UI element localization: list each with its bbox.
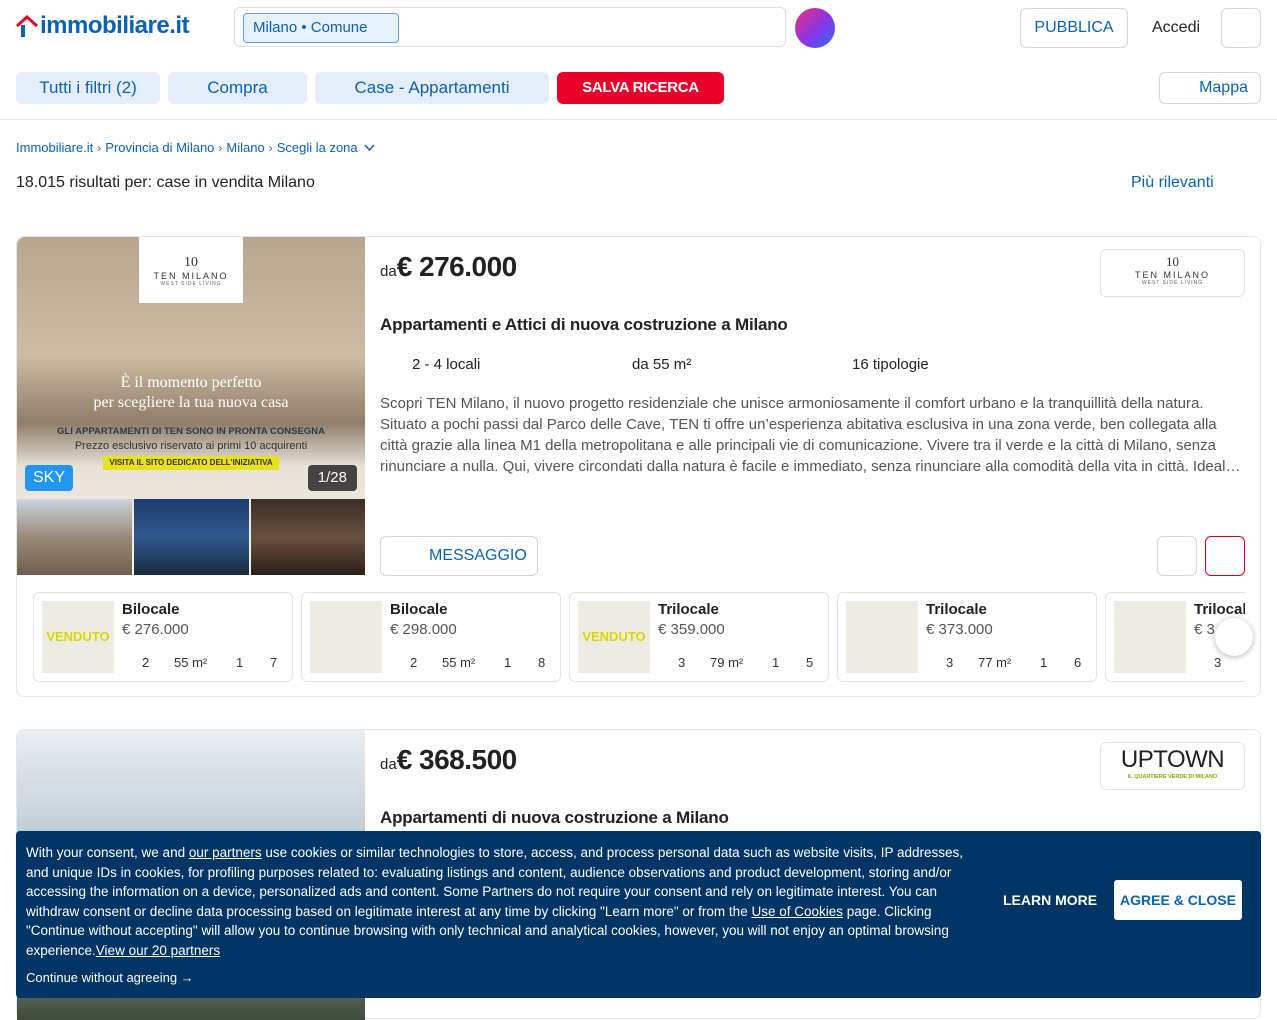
floorplan-image: [846, 601, 918, 673]
message-button[interactable]: MESSAGGIO: [380, 536, 538, 576]
agency-logo[interactable]: 10 TEN MILANO WEST SIDE LIVING: [1100, 249, 1245, 297]
partners-link[interactable]: our partners: [189, 845, 262, 860]
search-chip-location[interactable]: Milano • Comune: [243, 13, 399, 43]
continue-without-agreeing-link[interactable]: Continue without agreeing →: [26, 970, 194, 985]
floorplan-image: [1114, 601, 1186, 673]
listing-photo[interactable]: 10 TEN MILANO WEST SIDE LIVING È il mome…: [17, 237, 365, 575]
listing-title[interactable]: Appartamenti e Attici di nuova costruzio…: [380, 315, 788, 335]
login-link[interactable]: Accedi: [1152, 19, 1200, 37]
unit-name: Bilocale: [122, 601, 180, 618]
publish-button[interactable]: PUBBLICA: [1020, 8, 1128, 48]
unit-specs: 2 55 m² 1 8: [410, 655, 546, 670]
chevron-right-icon: ›: [97, 140, 102, 155]
save-search-button[interactable]: SALVA RICERCA: [557, 72, 724, 104]
thumbnail-2[interactable]: [134, 499, 249, 575]
hide-listing-button[interactable]: [1157, 536, 1197, 576]
sold-label: VENDUTO: [582, 629, 646, 644]
floorplan-image: [310, 601, 382, 673]
unit-specs: 3: [1214, 655, 1222, 670]
unit-specs: 2 55 m² 1 7: [142, 655, 278, 670]
agree-close-button[interactable]: AGREE & CLOSE: [1114, 880, 1242, 920]
unit-card[interactable]: VENDUTO Trilocale € 359.000 3 79 m² 1 5: [569, 592, 829, 682]
view-partners-link[interactable]: View our 20 partners: [96, 943, 220, 958]
breadcrumb: Immobiliare.it › Provincia di Milano › M…: [16, 140, 375, 155]
thumbnail-1[interactable]: [17, 499, 132, 575]
ai-assistant-button[interactable]: [795, 8, 835, 48]
carousel-next-button[interactable]: [1215, 618, 1253, 656]
all-filters-button[interactable]: Tutti i filtri (2): [16, 72, 160, 104]
unit-price: € 3: [1194, 621, 1215, 638]
floorplan-image: VENDUTO: [578, 601, 650, 673]
unit-price: € 359.000: [658, 621, 725, 638]
hero-image: 10 TEN MILANO WEST SIDE LIVING È il mome…: [17, 237, 365, 499]
unit-card[interactable]: Trilocale € 373.000 3 77 m² 1 6: [837, 592, 1097, 682]
listing-title[interactable]: Appartamenti di nuova costruzione a Mila…: [380, 808, 729, 828]
floorplan-image: VENDUTO: [42, 601, 114, 673]
listing-price: da€ 368.500: [380, 744, 517, 775]
listing-rooms: 2 - 4 locali: [412, 356, 481, 373]
chevron-right-icon: ›: [218, 140, 223, 155]
sky-badge: SKY: [25, 465, 74, 491]
map-button[interactable]: Mappa: [1159, 72, 1261, 104]
cookie-banner: With your consent, we and our partners u…: [16, 831, 1261, 998]
chevron-right-icon: ›: [268, 140, 273, 155]
unit-name: Trilocale: [1194, 601, 1245, 618]
unit-specs: 3 77 m² 1 6: [946, 655, 1082, 670]
photo-counter: 1/28: [307, 465, 357, 491]
listing-surface: da 55 m²: [632, 356, 692, 373]
breadcrumb-zone[interactable]: Scegli la zona: [277, 140, 358, 155]
hero-headline: È il momento perfetto per scegliere la t…: [93, 374, 289, 411]
chevron-down-icon[interactable]: [364, 140, 375, 155]
unit-card[interactable]: Bilocale € 298.000 2 55 m² 1 8: [301, 592, 561, 682]
sort-dropdown[interactable]: Più rilevanti: [1131, 174, 1214, 192]
hero-banner: GLI APPARTAMENTI DI TEN SONO IN PRONTA C…: [17, 425, 365, 470]
thumbnail-3[interactable]: [251, 499, 365, 575]
breadcrumb-city[interactable]: Milano: [226, 140, 264, 155]
breadcrumb-home[interactable]: Immobiliare.it: [16, 140, 93, 155]
listing-card[interactable]: 10 TEN MILANO WEST SIDE LIVING È il mome…: [16, 236, 1261, 697]
breadcrumb-province[interactable]: Provincia di Milano: [105, 140, 214, 155]
unit-name: Trilocale: [926, 601, 987, 618]
logo-text: immobiliare.it: [40, 12, 190, 39]
unit-price: € 373.000: [926, 621, 993, 638]
search-input[interactable]: Milano • Comune: [234, 7, 786, 47]
listing-typologies: 16 tipologie: [852, 356, 929, 373]
agency-logo[interactable]: UPTOWN IL QUARTIERE VERDE DI MILANO: [1100, 742, 1245, 790]
sold-label: VENDUTO: [46, 629, 110, 644]
site-logo[interactable]: immobiliare.it: [15, 12, 190, 40]
house-logo-icon: [15, 14, 39, 37]
use-of-cookies-link[interactable]: Use of Cookies: [751, 904, 843, 919]
unit-specs: 3 79 m² 1 5: [678, 655, 814, 670]
save-favorite-button[interactable]: [1205, 536, 1245, 576]
unit-card[interactable]: VENDUTO Bilocale € 276.000 2 55 m² 1 7: [33, 592, 293, 682]
unit-name: Bilocale: [390, 601, 448, 618]
header-divider: [0, 119, 1277, 120]
results-summary: 18.015 risultati per: case in vendita Mi…: [16, 174, 315, 191]
contract-filter[interactable]: Compra: [168, 72, 307, 104]
hero-logo: 10 TEN MILANO WEST SIDE LIVING: [139, 237, 243, 303]
listing-description: Scopri TEN Milano, il nuovo progetto res…: [380, 395, 1241, 475]
cookie-text: With your consent, we and our partners u…: [26, 845, 963, 958]
listing-price: da€ 276.000: [380, 251, 517, 282]
menu-button[interactable]: [1221, 8, 1261, 48]
unit-price: € 276.000: [122, 621, 189, 638]
unit-price: € 298.000: [390, 621, 457, 638]
category-filter[interactable]: Case - Appartamenti: [315, 72, 549, 104]
unit-name: Trilocale: [658, 601, 719, 618]
learn-more-button[interactable]: LEARN MORE: [1003, 892, 1097, 908]
